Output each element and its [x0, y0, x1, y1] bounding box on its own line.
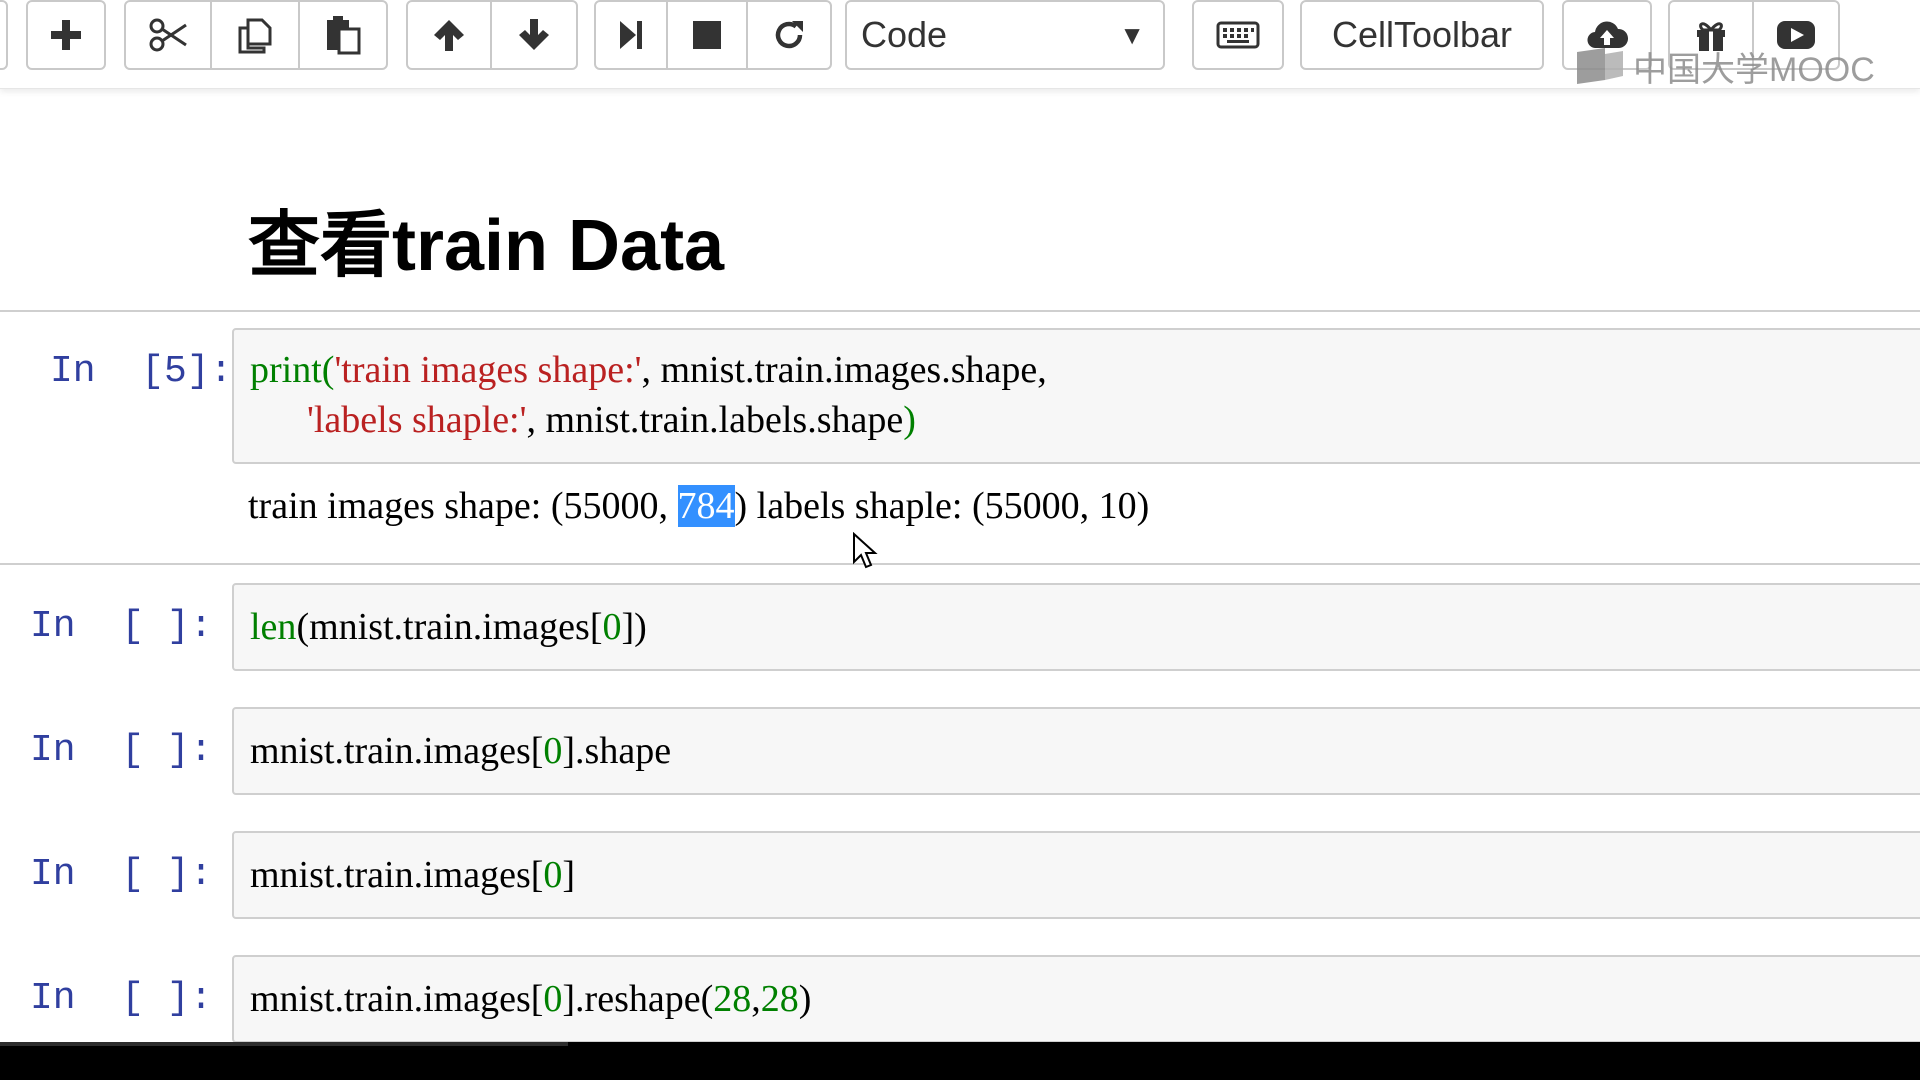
cell-toolbar-button[interactable]: CellToolbar	[1300, 0, 1544, 70]
code-line: 'labels shaple:', mnist.train.labels.sha…	[250, 398, 916, 442]
code-token: 28	[713, 978, 752, 1020]
input-prompt: In [ ]:	[30, 977, 213, 1020]
copy-button[interactable]	[210, 0, 300, 70]
refresh-icon	[775, 21, 803, 49]
watermark-text: 中国大学MOOC	[1633, 50, 1875, 89]
plus-icon	[51, 20, 81, 50]
code-token: , mnist.train.images.shape,	[641, 349, 1047, 391]
code-token: )	[798, 978, 812, 1020]
video-player-bar	[0, 1042, 1920, 1080]
input-prompt: In [ ]:	[30, 729, 213, 772]
code-token: 0	[543, 854, 563, 896]
code-line: mnist.train.images[0].shape	[250, 729, 671, 773]
cut-button[interactable]	[124, 0, 212, 70]
keyboard-icon	[1216, 21, 1260, 49]
code-token: (	[321, 349, 335, 391]
code-token: len	[250, 606, 297, 648]
code-line: mnist.train.images[0]	[250, 853, 575, 897]
chevron-down-icon: ▼	[1119, 20, 1145, 50]
input-prompt: In [ ]:	[30, 605, 213, 648]
scissors-icon	[149, 18, 187, 52]
code-token: ,	[751, 978, 761, 1020]
code-token: print	[250, 349, 322, 391]
selected-text[interactable]: 784	[677, 485, 735, 527]
cell-separator	[0, 310, 1920, 312]
code-token: ].reshape(	[562, 978, 714, 1020]
cell-output: train images shape: (55000, 784) labels …	[248, 484, 1149, 528]
input-prompt: In [ ]:	[30, 853, 213, 896]
paste-button[interactable]	[298, 0, 388, 70]
code-token: )	[903, 399, 916, 441]
step-forward-icon	[620, 21, 642, 49]
cell-type-value: Code	[861, 14, 948, 55]
keyboard-shortcuts-button[interactable]	[1192, 0, 1284, 70]
cell-separator	[0, 563, 1920, 565]
code-token: 'train images shape:'	[334, 349, 642, 391]
notebook-toolbar: Code ▼ CellToolbar 中国大学MOOC	[0, 0, 1920, 89]
mooc-logo-icon	[1577, 48, 1623, 84]
cell-type-select[interactable]: Code ▼	[845, 0, 1165, 70]
move-up-button[interactable]	[406, 0, 492, 70]
arrow-up-icon	[434, 20, 464, 51]
code-token: 0	[543, 978, 563, 1020]
code-token: mnist.train.images[	[250, 978, 544, 1020]
code-editor[interactable]: len(mnist.train.images[0])	[232, 583, 1920, 671]
code-token: ].shape	[562, 730, 672, 772]
code-line: print('train images shape:', mnist.train…	[250, 348, 1047, 392]
arrow-down-icon	[519, 19, 549, 50]
insert-cell-button[interactable]	[26, 0, 106, 70]
code-token: ])	[621, 606, 647, 648]
code-line: len(mnist.train.images[0])	[250, 605, 647, 649]
video-progress	[0, 1042, 568, 1046]
copy-icon	[238, 18, 272, 54]
code-line: mnist.train.images[0].reshape(28,28)	[250, 977, 811, 1021]
code-token: 0	[543, 730, 563, 772]
code-token: mnist.train.images[	[250, 730, 544, 772]
run-button[interactable]	[594, 0, 668, 70]
output-text-after: ) labels shaple: (55000, 10)	[734, 485, 1150, 527]
code-token: mnist.train.images[	[250, 854, 544, 896]
code-token: 'labels shaple:'	[307, 399, 527, 441]
mouse-cursor-icon	[853, 532, 878, 569]
interrupt-button[interactable]	[666, 0, 748, 70]
code-token: 28	[760, 978, 799, 1020]
toolbar-edge-button[interactable]	[0, 0, 8, 70]
output-text-before: train images shape: (55000,	[248, 485, 678, 527]
stop-icon	[693, 21, 721, 49]
code-editor[interactable]: mnist.train.images[0]	[232, 831, 1920, 919]
paste-icon	[327, 16, 361, 55]
code-token: 0	[602, 606, 622, 648]
input-prompt: In [5]:	[50, 350, 233, 393]
code-editor[interactable]: print('train images shape:', mnist.train…	[232, 328, 1920, 464]
code-token: ]	[562, 854, 576, 896]
code-editor[interactable]: mnist.train.images[0].reshape(28,28)	[232, 955, 1920, 1043]
code-editor[interactable]: mnist.train.images[0].shape	[232, 707, 1920, 795]
mooc-watermark: 中国大学MOOC	[1575, 46, 1875, 89]
code-token: , mnist.train.labels.shape	[526, 399, 904, 441]
code-token: (mnist.train.images[	[296, 606, 603, 648]
restart-button[interactable]	[746, 0, 832, 70]
move-down-button[interactable]	[490, 0, 578, 70]
markdown-heading: 查看train Data	[248, 206, 725, 286]
